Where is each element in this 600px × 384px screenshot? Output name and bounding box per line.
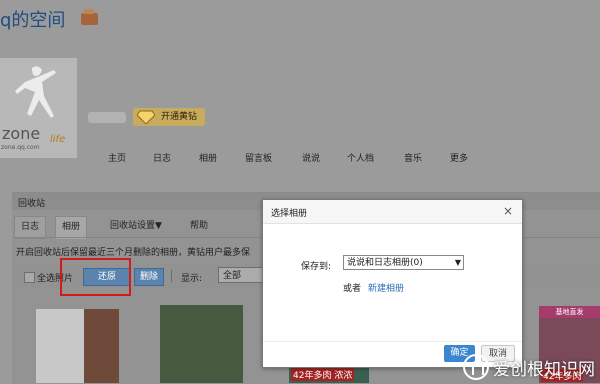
avatar-tagline: life xyxy=(50,134,66,145)
dialog-footer-divider xyxy=(263,341,522,342)
watermark: 爱创根知识网 xyxy=(463,353,600,381)
lightbulb-logo-icon xyxy=(463,354,489,380)
nav-item-profile[interactable]: 个人档 xyxy=(347,151,374,164)
photo-thumbnail[interactable] xyxy=(160,305,243,383)
vip-label: 开通黄钻 xyxy=(161,112,198,122)
thumbnail-header: 基地直发 xyxy=(539,306,600,318)
tab-blog[interactable]: 日志 xyxy=(14,216,47,239)
main-nav: 主页 日志 相册 留言板 说说 个人档 音乐 更多 xyxy=(0,151,600,165)
restore-highlight-frame xyxy=(60,258,131,296)
tab-album[interactable]: 相册 xyxy=(55,216,88,239)
album-select-value: 说说和日志相册(0) xyxy=(347,258,423,268)
nav-item-blog[interactable]: 日志 xyxy=(153,151,171,164)
dancer-figure-icon xyxy=(15,66,56,118)
nav-item-music[interactable]: 音乐 xyxy=(404,151,422,164)
nav-item-album[interactable]: 相册 xyxy=(199,151,217,164)
nav-item-shuoshuo[interactable]: 说说 xyxy=(302,151,320,164)
crown-icon[interactable] xyxy=(81,9,98,25)
nav-item-home[interactable]: 主页 xyxy=(108,151,126,164)
avatar-url: zone.qq.com xyxy=(1,144,40,151)
toolbar-separator xyxy=(171,270,172,282)
recycle-title: 回收站 xyxy=(18,199,46,209)
dialog-title: 选择相册 xyxy=(271,209,308,219)
close-icon[interactable]: × xyxy=(503,204,513,218)
album-select[interactable]: 说说和日志相册(0) ▼ xyxy=(343,255,464,270)
or-label: 或者 xyxy=(343,284,362,294)
show-label: 显示: xyxy=(181,274,203,284)
diamond-icon xyxy=(137,110,155,124)
avatar[interactable]: zone life zone.qq.com xyxy=(0,58,77,158)
tab-help[interactable]: 帮助 xyxy=(184,216,214,237)
recycle-notice: 开启回收站后保留最近三个月删除的相册，黄钻用户最多保 xyxy=(16,248,251,258)
chevron-down-icon: ▼ xyxy=(454,258,461,267)
show-filter-select[interactable]: 全部 xyxy=(218,267,263,283)
thumbnail-caption: 42年多肉 浓浓 xyxy=(291,368,355,381)
nav-item-more[interactable]: 更多 xyxy=(450,151,468,164)
save-to-label: 保存到: xyxy=(301,262,332,272)
select-all-checkbox[interactable] xyxy=(24,272,35,283)
photo-thumbnail[interactable] xyxy=(36,309,119,383)
space-title: q的空间 xyxy=(0,10,66,31)
select-album-dialog: 选择相册 × 保存到: 说说和日志相册(0) ▼ 或者 新建相册 确定 取消 xyxy=(262,199,523,368)
tab-recycle-settings[interactable]: 回收站设置▼ xyxy=(104,216,168,237)
avatar-brand: zone xyxy=(2,124,41,143)
nickname-blurred xyxy=(88,112,126,123)
watermark-text: 爱创根知识网 xyxy=(493,360,595,380)
nav-item-guestbook[interactable]: 留言板 xyxy=(245,151,272,164)
delete-button[interactable]: 删除 xyxy=(134,268,164,286)
new-album-link[interactable]: 新建相册 xyxy=(368,281,404,294)
vip-button[interactable]: 开通黄钻 xyxy=(133,108,206,126)
